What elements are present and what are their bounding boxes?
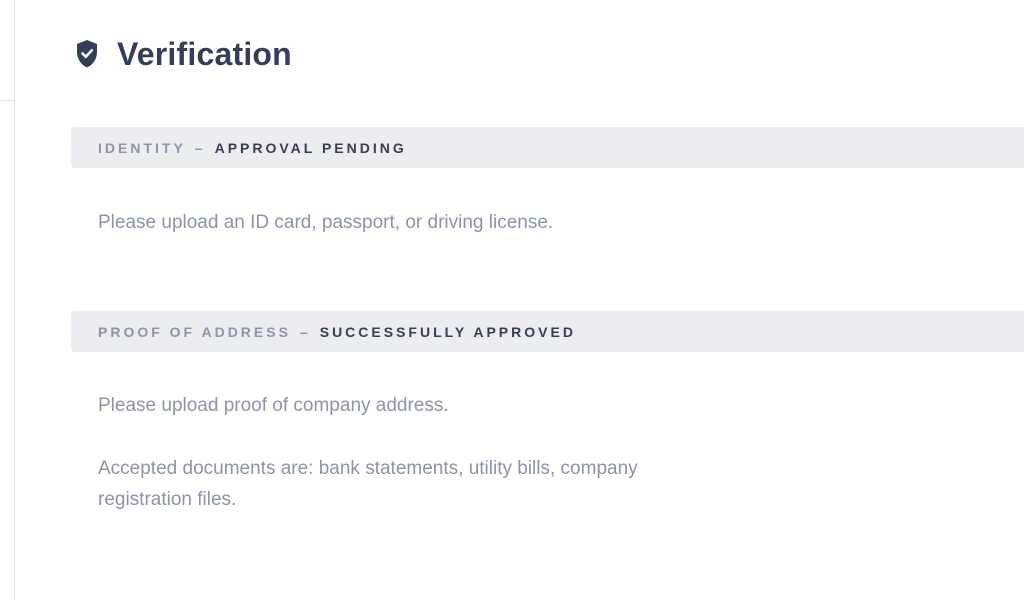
accepted-documents-note: Accepted documents are: bank statements,… (98, 458, 638, 510)
section-header-proof-of-address: PROOF OF ADDRESS – SUCCESSFULLY APPROVED (71, 311, 1024, 352)
section-status: APPROVAL PENDING (214, 139, 407, 156)
page-title: Verification (117, 35, 292, 72)
sidebar-divider (0, 100, 14, 101)
identity-instructions: Please upload an ID card, passport, or d… (98, 212, 554, 233)
verification-page: Verification IDENTITY – APPROVAL PENDING… (71, 0, 1024, 600)
section-separator: – (299, 323, 311, 340)
shield-check-icon (77, 40, 97, 68)
address-instructions: Please upload proof of company address. (98, 395, 449, 416)
left-sidebar-edge (0, 0, 15, 600)
section-name: IDENTITY (98, 139, 186, 156)
section-name: PROOF OF ADDRESS (98, 323, 291, 340)
section-header-identity: IDENTITY – APPROVAL PENDING (71, 127, 1024, 168)
section-separator: – (194, 139, 206, 156)
page-header: Verification (75, 34, 292, 74)
section-status: SUCCESSFULLY APPROVED (319, 323, 576, 340)
